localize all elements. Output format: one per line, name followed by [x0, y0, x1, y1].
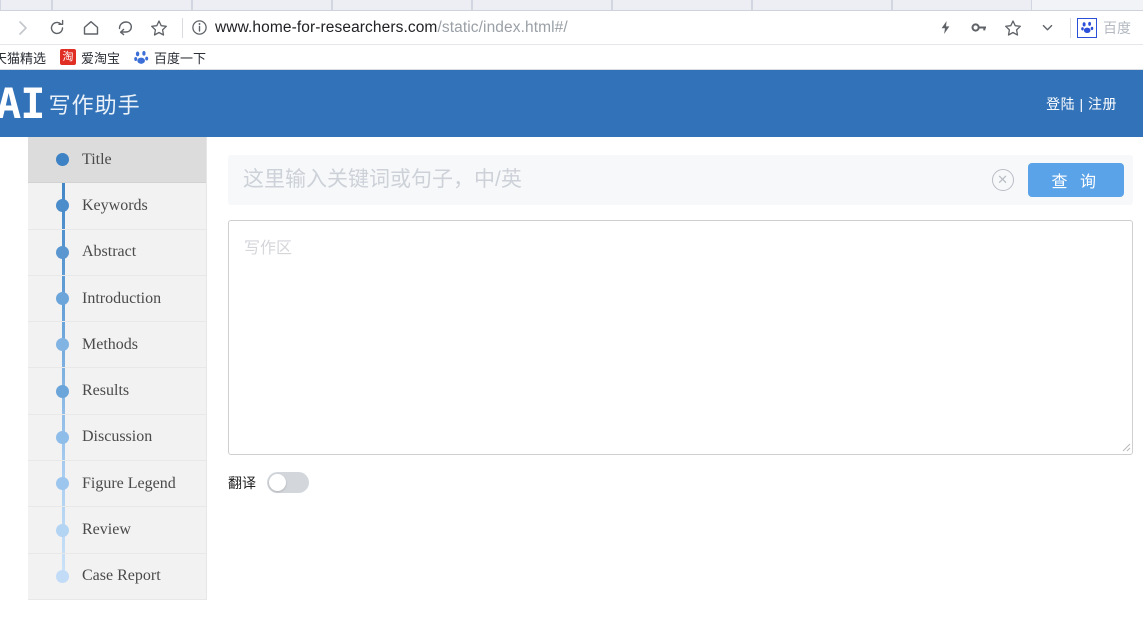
writing-area-textarea[interactable] — [228, 220, 1133, 455]
sidebar-item-label: Discussion — [82, 428, 153, 446]
sidebar-item-review[interactable]: Review — [28, 507, 206, 554]
bookmark-label: 爱淘宝 — [81, 50, 121, 66]
translate-label: 翻译 — [228, 474, 256, 491]
sidebar-item-label: Review — [82, 521, 131, 539]
logo-ai-text: AI — [0, 78, 46, 128]
toggle-knob — [269, 474, 286, 491]
sidebar-item-results[interactable]: Results — [28, 368, 206, 415]
sidebar-item-label: Results — [82, 382, 130, 400]
browser-tab[interactable] — [0, 0, 52, 10]
site-info-icon[interactable] — [191, 19, 208, 36]
bookmark-tmall[interactable]: 天猫精选 — [0, 48, 46, 67]
clear-circle-icon[interactable]: ✕ — [991, 169, 1014, 191]
back-icon[interactable] — [108, 13, 142, 43]
browser-tab[interactable] — [192, 0, 332, 10]
forward-icon[interactable] — [6, 13, 40, 43]
app-header: AI 写作助手 登陆 | 注册 — [0, 70, 1143, 137]
browser-toolbar: www.home-for-researchers.com/static/inde… — [0, 11, 1143, 45]
timeline-dot-icon — [56, 292, 69, 306]
sidebar-item-keywords[interactable]: Keywords — [28, 183, 206, 230]
address-bar[interactable]: www.home-for-researchers.com/static/inde… — [189, 13, 928, 43]
app-logo[interactable]: AI 写作助手 — [0, 78, 141, 128]
timeline-dot-icon — [56, 523, 69, 537]
timeline-dot-icon — [56, 569, 69, 583]
baidu-extension-icon[interactable] — [1077, 17, 1097, 38]
url-path: /static/index.html#/ — [437, 18, 568, 36]
sidebar-item-figure-legend[interactable]: Figure Legend — [28, 461, 206, 508]
timeline-dot-icon — [56, 384, 69, 398]
app-body: Title Keywords Abstract Introduction Met… — [0, 137, 1143, 619]
auth-links[interactable]: 登陆 | 注册 — [1046, 94, 1117, 114]
timeline-dot-icon — [56, 338, 69, 352]
lightning-icon[interactable] — [928, 13, 962, 43]
sidebar-item-methods[interactable]: Methods — [28, 322, 206, 369]
home-icon[interactable] — [74, 13, 108, 43]
query-button[interactable]: 查 询 — [1027, 163, 1124, 197]
timeline-dot-icon — [56, 477, 69, 491]
browser-tab[interactable] — [612, 0, 752, 10]
sidebar: Title Keywords Abstract Introduction Met… — [28, 137, 207, 600]
baidu-extension-label: 百度 — [1103, 19, 1131, 36]
browser-tab[interactable] — [892, 0, 1032, 10]
baidu-paw-icon — [134, 50, 149, 65]
sidebar-item-label: Case Report — [82, 567, 161, 585]
bookmark-label: 百度一下 — [154, 50, 207, 66]
url-domain: www.home-for-researchers.com — [215, 18, 438, 36]
search-bar: ✕ 查 询 — [228, 155, 1133, 205]
search-input[interactable] — [228, 167, 992, 193]
sidebar-item-label: Methods — [82, 335, 138, 353]
bookmark-label: 天猫精选 — [0, 50, 47, 66]
taobao-icon: 淘 — [60, 49, 77, 65]
star-icon[interactable] — [996, 13, 1030, 43]
sidebar-item-label: Introduction — [82, 289, 162, 307]
sidebar-item-label: Abstract — [82, 243, 137, 261]
browser-tab[interactable] — [472, 0, 612, 10]
toolbar-divider — [1070, 17, 1071, 38]
bookmark-star-icon[interactable] — [142, 13, 176, 43]
timeline-dot-icon — [56, 199, 69, 213]
sidebar-item-label: Title — [82, 150, 112, 168]
sidebar-item-label: Figure Legend — [82, 474, 176, 492]
sidebar-item-abstract[interactable]: Abstract — [28, 230, 206, 276]
editor-container — [228, 220, 1133, 455]
timeline-dot-icon — [56, 245, 69, 259]
logo-subtitle: 写作助手 — [48, 93, 141, 119]
browser-tab[interactable] — [752, 0, 892, 10]
chevron-down-icon[interactable] — [1030, 13, 1064, 43]
translate-toggle[interactable] — [267, 472, 309, 493]
sidebar-item-introduction[interactable]: Introduction — [28, 276, 206, 323]
toolbar-right-group: 百度 — [928, 13, 1137, 43]
sidebar-item-label: Keywords — [82, 196, 148, 214]
timeline-dot-icon — [56, 153, 69, 167]
browser-chrome: www.home-for-researchers.com/static/inde… — [0, 0, 1143, 70]
sidebar-item-case-report[interactable]: Case Report — [28, 554, 206, 600]
url-text: www.home-for-researchers.com/static/inde… — [215, 19, 568, 37]
browser-tab[interactable] — [52, 0, 192, 10]
key-icon[interactable] — [962, 13, 996, 43]
timeline-dot-icon — [56, 430, 69, 444]
toolbar-divider — [182, 17, 183, 38]
sidebar-item-title[interactable]: Title — [28, 137, 206, 184]
sidebar-item-discussion[interactable]: Discussion — [28, 415, 206, 462]
bookmark-baidu[interactable]: 百度一下 — [134, 48, 206, 67]
translate-toggle-row: 翻译 — [228, 472, 1133, 493]
bookmarks-bar: 天猫精选 淘 爱淘宝 百度一下 — [0, 45, 1143, 70]
bookmark-taobao[interactable]: 淘 爱淘宝 — [60, 48, 120, 67]
browser-tab[interactable] — [332, 0, 472, 10]
reload-icon[interactable] — [40, 13, 74, 43]
main-content: ✕ 查 询 翻译 — [207, 137, 1143, 619]
tab-strip — [0, 0, 1143, 11]
